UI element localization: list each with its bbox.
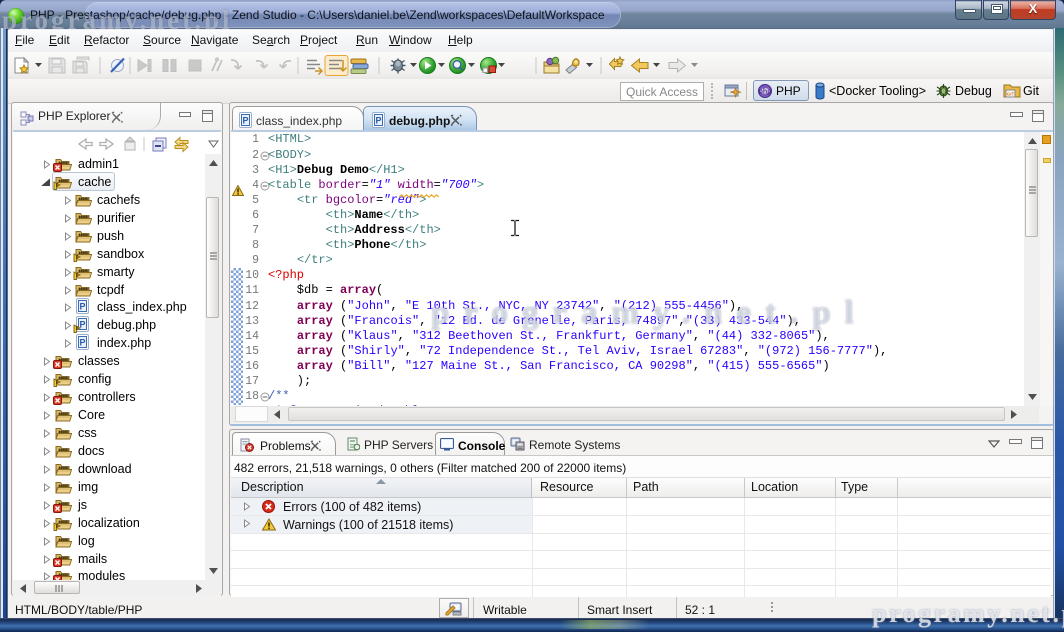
svg-text:P: P [79,338,85,348]
svg-text:P: P [375,116,381,126]
svg-text:P: P [79,302,85,312]
svg-text:GIT: GIT [1007,92,1015,97]
svg-text:P: P [242,116,248,126]
svg-text:php: php [759,89,772,96]
